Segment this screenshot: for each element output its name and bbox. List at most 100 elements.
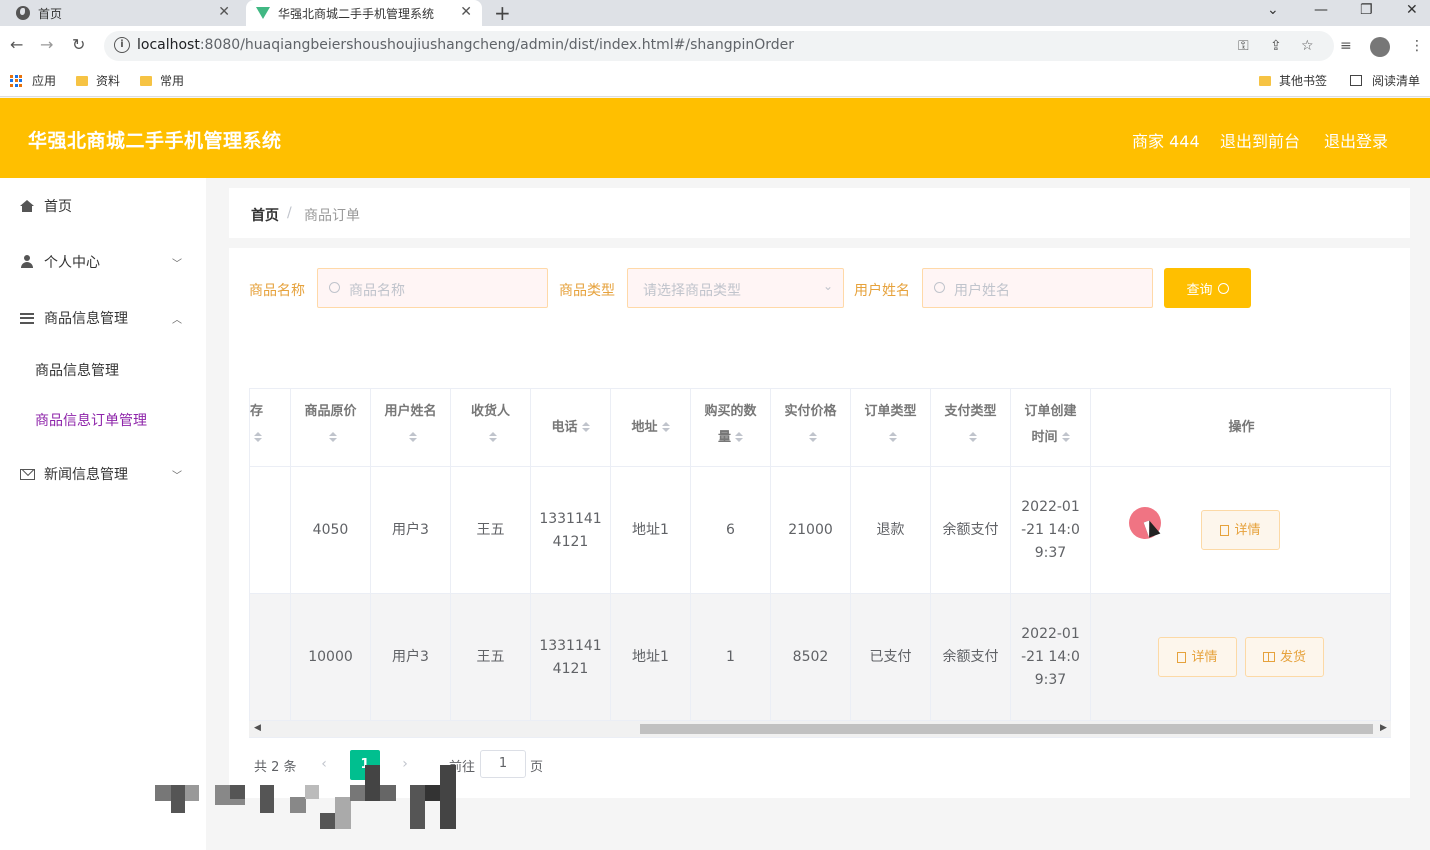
- close-icon[interactable]: ✕: [218, 4, 230, 20]
- chevron-down-icon[interactable]: ⌄: [1267, 2, 1279, 18]
- current-user-label: 商家 444: [1132, 132, 1200, 151]
- sidebar-subitem-label: 商品信息订单管理: [35, 413, 147, 429]
- bookmark-label: 其他书签: [1279, 74, 1328, 88]
- column-header-label: 购买的数: [704, 404, 757, 419]
- sort-icon[interactable]: [968, 432, 977, 443]
- column-header-stock[interactable]: 库存: [250, 389, 291, 467]
- column-header-order-type[interactable]: 订单类型: [851, 389, 931, 467]
- sidebar-item-home[interactable]: 首页: [0, 186, 206, 226]
- cell-pay-type: 余额支付: [931, 594, 1011, 721]
- pagination-goto-input[interactable]: 1: [480, 750, 526, 778]
- logout-link[interactable]: 退出登录: [1324, 128, 1388, 152]
- cell-original-price: 10000: [291, 594, 371, 721]
- sidebar-item-news-management[interactable]: 新闻信息管理 ﹀: [0, 454, 206, 494]
- column-header-user-name[interactable]: 用户姓名: [371, 389, 451, 467]
- search-icon: [934, 282, 945, 293]
- scroll-right-icon[interactable]: ▶: [1380, 723, 1387, 733]
- column-header-pay-type[interactable]: 支付类型: [931, 389, 1011, 467]
- cell-address: 地址1: [611, 594, 691, 721]
- profile-avatar-icon[interactable]: [1370, 37, 1390, 57]
- bookmark-label: 资料: [96, 74, 121, 88]
- bookmark-reading-list[interactable]: 阅读清单: [1350, 72, 1420, 89]
- minimize-icon[interactable]: —: [1314, 2, 1328, 18]
- close-icon[interactable]: ✕: [460, 4, 472, 20]
- sort-icon[interactable]: [408, 432, 417, 443]
- share-icon[interactable]: ⇪: [1270, 38, 1282, 54]
- cell-user-name: 用户3: [371, 467, 451, 594]
- breadcrumb-home[interactable]: 首页: [251, 205, 279, 225]
- reading-list-icon[interactable]: ≡: [1340, 38, 1352, 54]
- table-header: 库存 商品原价 用户姓名 收货人 电话 地址 购买的数: [250, 389, 1390, 467]
- breadcrumb-current: 商品订单: [304, 208, 360, 224]
- sort-icon[interactable]: [488, 432, 497, 443]
- cell-order-type: 退款: [851, 467, 931, 594]
- sidebar: 首页 个人中心 ﹀ 商品信息管理 ︿ 商品信息管理 商品信息订单管理 新闻信息管…: [0, 178, 206, 850]
- tab-title: 华强北商城二手手机管理系统: [278, 6, 435, 21]
- column-header-label: 订单创建: [1024, 404, 1077, 419]
- list-icon: [20, 312, 34, 324]
- product-name-search-input[interactable]: 商品名称: [317, 268, 548, 308]
- restore-icon[interactable]: ❐: [1360, 2, 1373, 18]
- sort-icon[interactable]: [254, 432, 262, 443]
- table-horizontal-scrollbar[interactable]: ◀ ▶: [249, 721, 1391, 737]
- cell-text: 4121: [552, 533, 589, 550]
- cell-paid-price: 8502: [771, 594, 851, 721]
- ship-button-label: 发货: [1279, 649, 1306, 665]
- star-icon[interactable]: ☆: [1301, 38, 1314, 54]
- folder-icon: [1259, 75, 1271, 86]
- exit-to-front-link[interactable]: 退出到前台: [1220, 128, 1300, 152]
- back-arrow-icon[interactable]: ←: [10, 35, 23, 54]
- column-header-original-price[interactable]: 商品原价: [291, 389, 371, 467]
- reload-icon[interactable]: ↻: [72, 35, 85, 54]
- column-header-paid-price[interactable]: 实付价格: [771, 389, 851, 467]
- column-header-phone[interactable]: 电话: [531, 389, 611, 467]
- ship-button[interactable]: 发货: [1245, 637, 1324, 677]
- breadcrumb-separator: /: [287, 205, 292, 221]
- cell-pay-type: 余额支付: [931, 467, 1011, 594]
- forward-arrow-icon[interactable]: →: [40, 35, 53, 54]
- bookmark-folder-2[interactable]: 常用: [140, 72, 184, 89]
- sort-icon[interactable]: [328, 432, 337, 443]
- column-header-label-2: 量: [717, 430, 731, 445]
- query-button[interactable]: 查询: [1164, 268, 1251, 308]
- detail-button[interactable]: 详情: [1158, 637, 1237, 677]
- sidebar-item-personal-center[interactable]: 个人中心 ﹀: [0, 242, 206, 282]
- bookmark-folder-1[interactable]: 资料: [76, 72, 120, 89]
- browser-tab-admin[interactable]: 华强北商城二手手机管理系统 ✕: [246, 0, 482, 26]
- cell-text: -21 14:0: [1021, 522, 1080, 538]
- scroll-left-icon[interactable]: ◀: [254, 723, 261, 733]
- column-header-address[interactable]: 地址: [611, 389, 691, 467]
- new-tab-plus-icon[interactable]: +: [494, 1, 511, 25]
- product-type-select[interactable]: 请选择商品类型 ⌄: [627, 268, 844, 308]
- detail-button[interactable]: 详情: [1201, 510, 1280, 550]
- kebab-menu-icon[interactable]: ⋮: [1410, 38, 1424, 54]
- sort-icon[interactable]: [808, 432, 817, 443]
- sort-icon[interactable]: [1061, 432, 1070, 443]
- url-host: localhost: [137, 37, 200, 53]
- column-header-receiver[interactable]: 收货人: [451, 389, 531, 467]
- column-header-label: 用户姓名: [384, 404, 437, 419]
- bookmark-other[interactable]: 其他书签: [1259, 72, 1327, 89]
- site-info-icon[interactable]: i: [114, 37, 130, 53]
- column-header-label: 电话: [551, 420, 578, 435]
- sort-icon[interactable]: [581, 422, 590, 433]
- sort-icon[interactable]: [888, 432, 897, 443]
- column-header-created-time[interactable]: 订单创建 时间: [1011, 389, 1091, 467]
- cell-created-time: 2022-01 -21 14:0 9:37: [1011, 594, 1091, 721]
- sidebar-subitem-product-info[interactable]: 商品信息管理: [0, 350, 206, 390]
- sidebar-item-product-management[interactable]: 商品信息管理 ︿: [0, 298, 206, 338]
- key-icon[interactable]: ⚿: [1238, 38, 1249, 54]
- sidebar-subitem-product-orders[interactable]: 商品信息订单管理: [0, 400, 206, 440]
- url-input[interactable]: i localhost:8080/huaqiangbeiershoushouji…: [104, 31, 1334, 61]
- search-type-label: 商品类型: [559, 283, 615, 299]
- sort-icon[interactable]: [735, 432, 743, 443]
- reading-list-icon: [1350, 75, 1362, 86]
- browser-tab-home[interactable]: 首页 ✕: [8, 0, 240, 26]
- user-name-search-input[interactable]: 用户姓名: [922, 268, 1153, 308]
- column-header-quantity[interactable]: 购买的数 量: [691, 389, 771, 467]
- window-close-icon[interactable]: ✕: [1406, 2, 1418, 18]
- sort-icon[interactable]: [661, 422, 670, 433]
- scrollbar-thumb[interactable]: [640, 724, 1373, 734]
- orders-table: 库存 商品原价 用户姓名 收货人 电话 地址 购买的数: [249, 388, 1391, 738]
- bookmark-apps[interactable]: 应用: [10, 72, 56, 89]
